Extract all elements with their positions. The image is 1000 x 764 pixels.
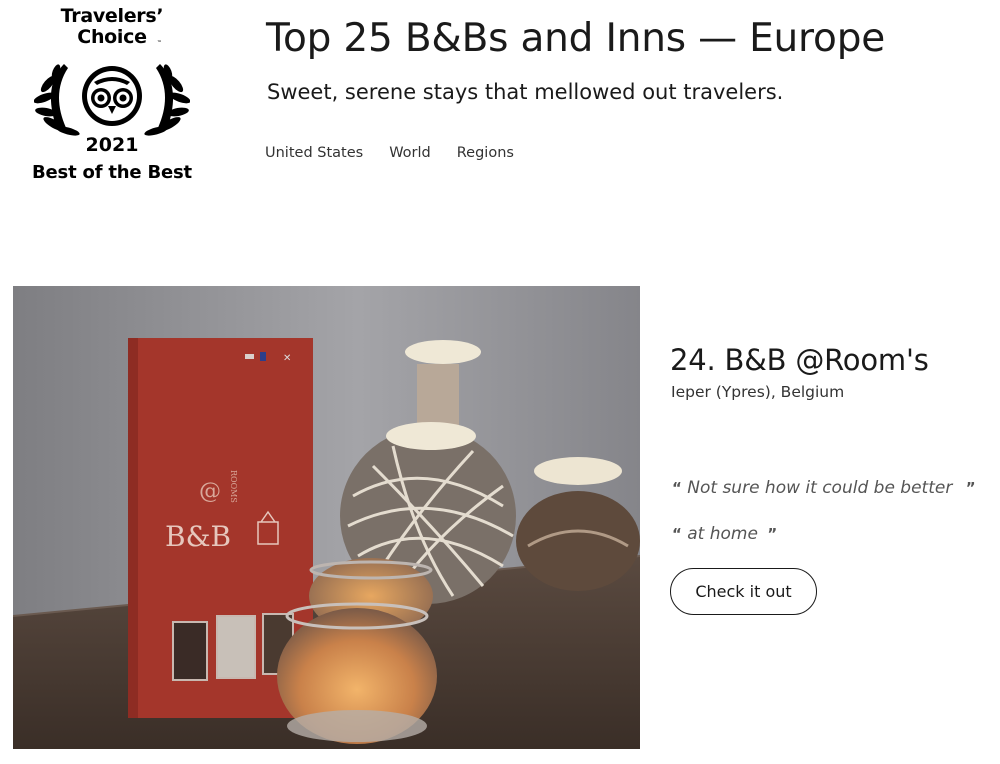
tab-world[interactable]: World [389,145,431,161]
badge-subtitle: Best of the Best [32,162,192,183]
tab-united-states[interactable]: United States [265,145,363,161]
open-quote-mark: “ [672,525,682,543]
open-quote-mark: “ [672,479,682,497]
svg-text:@: @ [199,479,221,504]
check-it-out-button[interactable]: Check it out [670,568,817,615]
owl-laurel-icon [34,64,190,136]
listing-location: Ieper (Ypres), Belgium [671,383,845,401]
owl-icon [82,66,142,126]
travelers-choice-badge: Travelers’ Choice ™ 2021 Best of the Bes… [28,4,196,184]
badge-title-line2: Choice [77,26,147,48]
review-quote: “ at home ” [672,524,777,544]
badge-title: Travelers’ Choice [28,6,196,48]
laurel-right-icon [144,64,190,136]
trademark-mark: ™ [157,40,162,46]
tab-regions[interactable]: Regions [457,145,514,161]
region-tabs: United States World Regions [265,145,540,161]
listing-title[interactable]: 24. B&B @Room's [670,343,929,377]
page-title: Top 25 B&Bs and Inns — Europe [266,16,886,61]
svg-text:✕: ✕ [283,353,291,364]
listing-photo[interactable]: ✕ @ ROOMS B&B [13,286,640,749]
close-quote-mark: ” [965,479,976,497]
page-subtitle: Sweet, serene stays that mellowed out tr… [267,80,784,104]
close-quote-mark: ” [767,525,778,543]
badge-title-line1: Travelers’ [60,5,164,27]
quote-text: Not sure how it could be better [687,478,953,498]
quote-text: at home [687,524,758,544]
photo-illustration: ✕ @ ROOMS B&B [13,286,640,749]
svg-text:ROOMS: ROOMS [229,470,238,503]
review-quote: “ Not sure how it could be better ” [672,478,976,498]
badge-year: 2021 [85,134,139,156]
laurel-left-icon [34,64,80,136]
sign-text: B&B [165,520,231,553]
